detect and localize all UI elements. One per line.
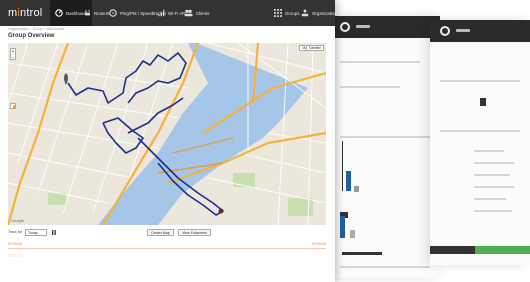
users-icon xyxy=(184,9,193,18)
street-view-pegman-icon[interactable] xyxy=(10,103,16,109)
park xyxy=(288,198,313,216)
top-nav-bar: mintrol Dashboard Routers Ping/PM / Spee… xyxy=(0,0,337,26)
nav-groups-label: Groups xyxy=(285,10,300,16)
background-screen-topbar xyxy=(430,20,530,42)
route-map[interactable]: + − Map Satellite Google xyxy=(8,43,326,225)
track-controls: Track for Today Center Map View Fullscre… xyxy=(8,229,326,237)
nav-wifi-ap[interactable]: Wi-Fi AP xyxy=(158,0,185,26)
map-type-satellite-button[interactable]: Satellite xyxy=(305,45,324,51)
period-select[interactable]: Today xyxy=(25,229,47,236)
nav-routers-label: Routers xyxy=(94,10,110,16)
zoom-control[interactable]: + − xyxy=(10,48,16,61)
route-marker[interactable] xyxy=(218,208,224,214)
nav-wifi-ap-label: Wi-Fi AP xyxy=(168,10,186,16)
view-fullscreen-button[interactable]: View Fullscreen xyxy=(178,229,212,236)
park xyxy=(48,193,66,205)
gauge-icon xyxy=(109,8,117,18)
center-map-button[interactable]: Center Map xyxy=(147,229,174,236)
grid-icon xyxy=(274,8,282,18)
dashboard-icon xyxy=(55,8,63,18)
nav-organization[interactable]: Organization xyxy=(301,0,337,26)
zoom-out-button[interactable]: − xyxy=(11,55,15,61)
nav-groups[interactable]: Groups xyxy=(274,0,299,26)
nav-clients-label: Clients xyxy=(196,10,210,16)
page-title: Group Overview xyxy=(8,33,55,39)
signal-bars-icon xyxy=(158,9,165,18)
period-select-value: Today xyxy=(28,231,38,235)
breadcrumb[interactable]: Organization > Group > Dashboard xyxy=(8,27,64,31)
nav-routers[interactable]: Routers xyxy=(84,0,109,26)
reflection-fade xyxy=(0,240,335,282)
map-attribution: Google xyxy=(11,218,24,223)
main-window: mintrol Dashboard Routers Ping/PM / Spee… xyxy=(0,0,337,282)
map-canvas[interactable] xyxy=(8,43,326,225)
park xyxy=(233,173,255,187)
background-screen-topbar xyxy=(330,16,440,38)
nav-organization-label: Organization xyxy=(312,10,337,16)
track-for-label: Track for xyxy=(8,230,23,234)
background-screen-right xyxy=(430,20,530,265)
pause-icon[interactable] xyxy=(52,230,56,237)
background-screen-middle xyxy=(330,16,440,278)
router-icon xyxy=(84,9,91,18)
nav-clients[interactable]: Clients xyxy=(184,0,209,26)
app-logo[interactable]: mintrol xyxy=(8,7,42,19)
organization-icon xyxy=(301,9,309,18)
